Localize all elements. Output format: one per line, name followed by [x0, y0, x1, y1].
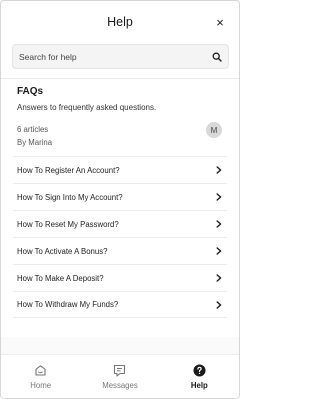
article-label: How To Activate A Bonus? [17, 246, 108, 256]
article-label: How To Register An Account? [17, 165, 120, 175]
search-icon[interactable] [211, 51, 222, 62]
messages-icon [113, 363, 127, 377]
nav-help-label: Help [190, 381, 208, 390]
home-icon [34, 363, 48, 377]
nav-messages-label: Messages [102, 381, 138, 390]
nav-help[interactable]: Help [160, 355, 239, 398]
chevron-right-icon [215, 247, 223, 255]
article-label: How To Withdraw My Funds? [17, 300, 119, 309]
search-bar [12, 44, 229, 69]
article-label: How To Reset My Password? [17, 219, 119, 229]
articles-count: 6 articles [17, 125, 49, 134]
article-item-sign-in[interactable]: How To Sign Into My Account? [13, 183, 227, 210]
header: Help × [1, 1, 239, 43]
faq-description: Answers to frequently asked questions. [17, 103, 157, 112]
article-item-activate-bonus[interactable]: How To Activate A Bonus? [13, 237, 227, 264]
divider [1, 78, 239, 79]
article-item-withdraw[interactable]: How To Withdraw My Funds? [13, 291, 227, 318]
article-list: How To Register An Account? How To Sign … [1, 156, 239, 318]
article-item-reset-password[interactable]: How To Reset My Password? [13, 210, 227, 237]
nav-home-label: Home [30, 381, 52, 390]
help-icon [192, 363, 206, 377]
avatar: M [206, 122, 222, 138]
chevron-right-icon [215, 274, 223, 282]
chevron-right-icon [215, 300, 223, 309]
faq-meta: 6 articles By Marina [17, 123, 52, 149]
article-label: How To Make A Deposit? [17, 273, 104, 283]
close-button[interactable]: × [213, 15, 227, 29]
chevron-right-icon [215, 166, 223, 174]
bottom-nav: Home Messages Help [1, 354, 239, 398]
nav-home[interactable]: Home [1, 355, 80, 398]
article-item-register[interactable]: How To Register An Account? [13, 156, 227, 183]
chevron-right-icon [215, 220, 223, 228]
article-item-deposit[interactable]: How To Make A Deposit? [13, 264, 227, 291]
chevron-right-icon [215, 193, 223, 201]
article-label: How To Sign Into My Account? [17, 192, 123, 202]
faq-title: FAQs [17, 86, 44, 97]
search-input[interactable] [19, 51, 211, 62]
nav-messages[interactable]: Messages [80, 355, 159, 398]
faq-collection-header: FAQs Answers to frequently asked questio… [17, 86, 227, 112]
help-panel: Help × FAQs Answers to frequently asked … [0, 0, 240, 399]
page-title: Help [107, 15, 133, 29]
author-label: By Marina [17, 138, 53, 147]
close-icon: × [216, 14, 224, 30]
